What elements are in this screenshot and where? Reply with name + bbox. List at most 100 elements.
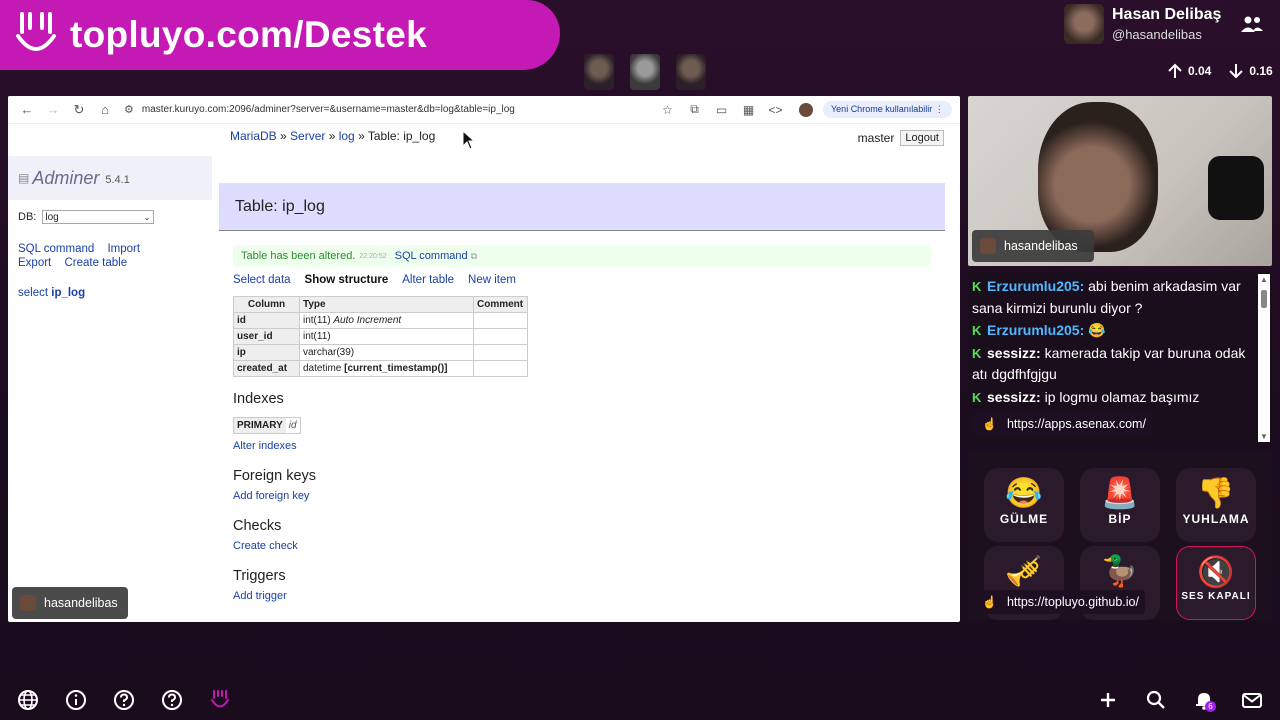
browser-toolbar: ← → ↻ ⌂ ⚙ master.kuruyo.com:2096/adminer…: [8, 96, 960, 124]
menu-create-table[interactable]: Create table: [64, 257, 127, 269]
site-info-icon[interactable]: ⚙: [124, 103, 134, 116]
forward-icon[interactable]: →: [40, 99, 66, 121]
kick-badge-icon: K: [972, 279, 982, 294]
menu-import[interactable]: Import: [107, 243, 140, 255]
message-sql-link[interactable]: SQL command: [395, 250, 468, 262]
db-select[interactable]: log ⌄: [42, 210, 155, 224]
message-time: 22:20:52: [359, 252, 387, 260]
breadcrumb-driver[interactable]: MariaDB: [230, 129, 277, 143]
profile-card[interactable]: Hasan Delibaş @hasandelibas: [1064, 4, 1221, 44]
back-icon[interactable]: ←: [14, 99, 40, 121]
add-foreign-key-link[interactable]: Add foreign key: [233, 490, 945, 502]
sound-button-beep[interactable]: 🚨 BİP: [1080, 468, 1160, 542]
extensions-icon[interactable]: ⧉: [681, 102, 708, 117]
sound-button-laugh[interactable]: 😂 GÜLME: [984, 468, 1064, 542]
new-item-link[interactable]: New item: [468, 274, 516, 286]
logout-button[interactable]: Logout: [900, 130, 944, 146]
kick-badge-icon: K: [972, 345, 982, 361]
sound-button-boo[interactable]: 👎 YUHLAMA: [1176, 468, 1256, 542]
alter-table-link[interactable]: Alter table: [402, 274, 454, 286]
streamer-name-tag: hasandelibas: [12, 587, 128, 619]
show-structure-link[interactable]: Show structure: [305, 274, 389, 286]
indexes-heading: Indexes: [233, 391, 284, 407]
url-text: master.kuruyo.com:2096/adminer?server=&u…: [141, 104, 515, 115]
checks-heading: Checks: [233, 518, 282, 534]
add-trigger-link[interactable]: Add trigger: [233, 590, 945, 602]
table-row: created_at datetime [current_timestamp()…: [233, 360, 528, 377]
chrome-profile-avatar[interactable]: [799, 102, 813, 117]
mouse-cursor-icon: [462, 130, 476, 150]
thumbs-down-icon: 👎: [1197, 477, 1235, 510]
adminer-page: MariaDB » Server » log » Table: ip_log m…: [8, 124, 960, 622]
chat-message: Ksessizz: kamerada takip var buruna odak…: [972, 344, 1246, 383]
browser-window: ← → ↻ ⌂ ⚙ master.kuruyo.com:2096/adminer…: [8, 96, 960, 622]
breadcrumb-server[interactable]: Server: [290, 129, 325, 143]
notification-count: 6: [1205, 701, 1216, 712]
participant-thumbnails: [584, 54, 706, 90]
triggers-heading: Triggers: [233, 568, 286, 584]
sound-button-mute[interactable]: 🔇 SES KAPALI: [1176, 546, 1256, 620]
arrow-down-icon: [1229, 64, 1244, 79]
topluyo-logo-icon: [16, 12, 56, 51]
faq-icon[interactable]: [159, 687, 185, 713]
select-data-link[interactable]: Select data: [233, 274, 291, 286]
chat-message: Ksessizz: ip logmu olamaz başımız: [972, 388, 1200, 405]
kick-badge-icon: K: [972, 323, 982, 338]
table-row: ip varchar(39): [233, 344, 528, 361]
chrome-update-button[interactable]: Yeni Chrome kullanılabilir ⋮: [823, 101, 952, 118]
devtools-icon[interactable]: <>: [762, 103, 789, 117]
menu-table-item[interactable]: select ip_log: [8, 287, 212, 299]
help-icon[interactable]: [111, 687, 137, 713]
bottom-toolbar: 6: [0, 680, 1280, 720]
mail-icon[interactable]: [1239, 687, 1265, 713]
foreign-keys-heading: Foreign keys: [233, 468, 317, 484]
globe-icon[interactable]: [15, 687, 41, 713]
breadcrumb: MariaDB » Server » log » Table: ip_log: [230, 129, 436, 143]
qr-icon[interactable]: ▦: [735, 103, 762, 117]
user-area: master Logout: [858, 130, 944, 146]
trumpet-icon: 🎺: [1005, 555, 1043, 588]
chat-scrollbar[interactable]: ▲ ▼: [1258, 274, 1270, 442]
table-actions: Select data Show structure Alter table N…: [233, 274, 931, 286]
adminer-logo[interactable]: Adminer: [32, 168, 99, 189]
topluyo-home-icon[interactable]: [207, 687, 233, 713]
info-icon[interactable]: [63, 687, 89, 713]
participant-avatar[interactable]: [584, 54, 614, 90]
page-title: Table: ip_log: [219, 183, 945, 231]
upload-speed: 0.04: [1188, 64, 1212, 78]
menu-header: ▤ Adminer 5.4.1: [8, 156, 212, 200]
search-icon[interactable]: [1143, 687, 1169, 713]
menu-export[interactable]: Export: [18, 257, 51, 269]
menu-sql-command[interactable]: SQL command: [18, 243, 94, 255]
avatar: [20, 595, 36, 611]
adminer-logo-icon: ▤: [18, 171, 30, 185]
people-icon[interactable]: [1240, 14, 1264, 34]
device-icon[interactable]: ▭: [708, 103, 735, 117]
avatar: [980, 238, 996, 254]
table-row: user_id int(11): [233, 328, 528, 345]
siren-icon: 🚨: [1101, 477, 1139, 510]
copy-icon[interactable]: ⧉: [471, 251, 477, 262]
structure-table: Column Type Comment id int(11) Auto Incr…: [233, 296, 528, 377]
apps-link[interactable]: ☝ https://apps.asenax.com/: [972, 412, 1152, 436]
reload-icon[interactable]: ↻: [66, 99, 92, 121]
bookmark-star-icon[interactable]: ☆: [654, 103, 681, 117]
success-message: Table has been altered. 22:20:52 SQL com…: [233, 245, 931, 267]
comment-header: Comment: [473, 296, 528, 313]
address-bar[interactable]: ⚙ master.kuruyo.com:2096/adminer?server=…: [124, 99, 644, 121]
hand-icon: ☝: [982, 595, 997, 609]
github-link[interactable]: ☝ https://topluyo.github.io/: [972, 590, 1145, 614]
create-check-link[interactable]: Create check: [233, 540, 945, 552]
notifications-bell-icon[interactable]: 6: [1191, 687, 1217, 713]
breadcrumb-current: Table: ip_log: [367, 129, 436, 143]
hand-icon: ☝: [982, 417, 997, 431]
breadcrumb-db[interactable]: log: [339, 129, 355, 143]
brand-banner: topluyo.com/Destek: [0, 0, 560, 70]
alter-indexes-link[interactable]: Alter indexes: [233, 440, 945, 452]
add-icon[interactable]: [1095, 687, 1121, 713]
laugh-icon: 😂: [1005, 477, 1043, 510]
participant-avatar[interactable]: [676, 54, 706, 90]
arrow-up-icon: [1168, 63, 1182, 78]
home-icon[interactable]: ⌂: [92, 99, 118, 121]
participant-avatar[interactable]: [630, 54, 660, 90]
